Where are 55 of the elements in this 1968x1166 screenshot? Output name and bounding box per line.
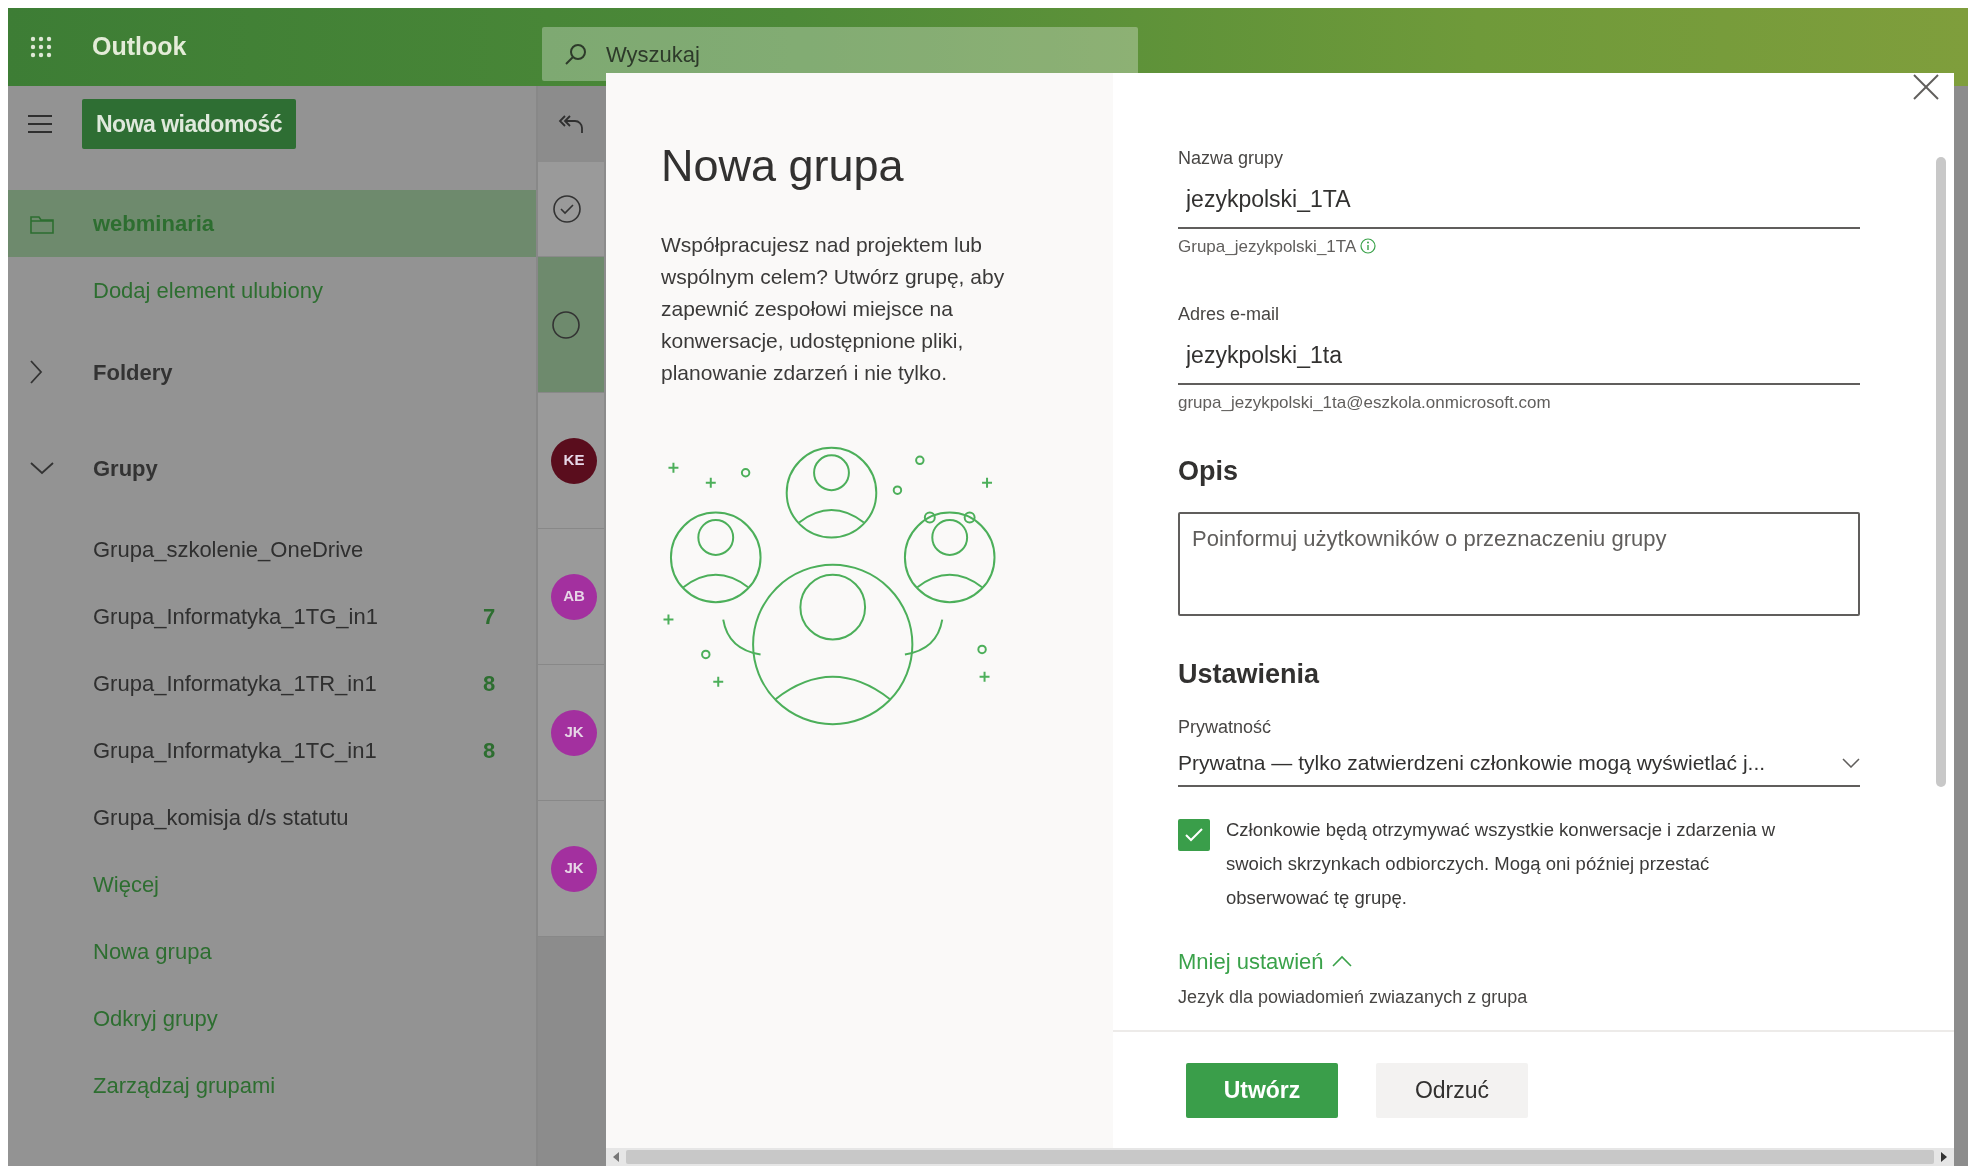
field-label: Nazwa grupy xyxy=(1178,147,1285,170)
dialog-description: Współpracujesz nad projektem lub wspólnym celem? Utwórz grupę, aby zapewnić zespołowi miejsce na konwersacje, udostępnione pliki, planowanie zdarzeń i nie tylko. xyxy=(661,232,1006,386)
privacy-dropdown[interactable]: Prywatna — tylko zatwierdzeni członkowie mogą wyświetlać j... xyxy=(1178,747,1860,787)
message-row[interactable]: JK xyxy=(538,801,604,937)
checkmark-icon xyxy=(1184,826,1204,843)
folder-icon xyxy=(30,213,54,234)
unread-count: 7 xyxy=(483,603,496,631)
chevron-down-icon xyxy=(1842,757,1860,768)
group-item[interactable]: Grupa_szkolenie_OneDrive xyxy=(93,533,364,566)
group-item[interactable]: Grupa_Informatyka_1TC_in1 xyxy=(93,734,377,767)
chevron-down-icon[interactable] xyxy=(30,461,54,475)
avatar: KE xyxy=(551,437,597,484)
menu-icon[interactable] xyxy=(28,115,52,133)
scroll-left-icon[interactable] xyxy=(612,1152,620,1162)
field-label: Jezyk dla powiadomień zwiazanych z grupa xyxy=(1178,985,1529,1009)
section-heading: Ustawienia xyxy=(1178,657,1321,691)
checkbox[interactable] xyxy=(1178,818,1210,851)
field-hint: grupa_jezykpolski_1ta@eszkola.onmicrosoft.com xyxy=(1178,391,1551,414)
select-all-icon[interactable] xyxy=(552,194,582,224)
field-label: Adres e-mail xyxy=(1178,303,1281,326)
message-row[interactable]: JK xyxy=(538,665,604,801)
field-label: Prywatność xyxy=(1178,716,1273,739)
info-icon[interactable] xyxy=(1360,238,1377,255)
close-button[interactable] xyxy=(1912,73,1940,101)
create-button[interactable]: Utwórz xyxy=(1186,1062,1338,1118)
reply-all-icon[interactable] xyxy=(558,113,584,135)
app-name[interactable]: Outlook xyxy=(92,28,544,66)
checkbox-label: Członkowie będą otrzymywać wszystkie konwersacje i zdarzenia w swoich skrzynkach odbiorczych. Mogą oni później przestać obserwować tę grupę. xyxy=(1226,817,1777,910)
less-settings-link[interactable]: Mniej ustawień xyxy=(1178,944,1352,978)
chevron-up-icon xyxy=(1331,955,1352,967)
description-field[interactable]: Poinformuj użytkowników o przeznaczeniu grupy xyxy=(1178,511,1860,616)
message-row[interactable]: AB xyxy=(538,529,604,665)
horizontal-scrollbar[interactable] xyxy=(606,1148,1954,1166)
discard-button[interactable]: Odrzuć xyxy=(1376,1062,1528,1118)
avatar: AB xyxy=(551,573,597,620)
section-header[interactable]: Foldery xyxy=(93,355,173,389)
select-circle-icon[interactable] xyxy=(551,309,581,340)
section-heading: Opis xyxy=(1178,455,1239,488)
avatar: JK xyxy=(551,845,597,892)
group-item[interactable]: Grupa_Informatyka_1TG_in1 xyxy=(93,600,378,633)
unread-count: 8 xyxy=(483,670,496,698)
new-message-button[interactable]: Nowa wiadomość xyxy=(82,99,296,149)
search-field[interactable]: Wyszukaj xyxy=(604,36,1138,72)
unread-count: 8 xyxy=(483,737,496,765)
dialog-title: Nowa grupa xyxy=(661,139,905,193)
message-row[interactable]: KE xyxy=(538,393,604,529)
search-icon xyxy=(564,42,588,66)
field-hint: Grupa_jezykpolski_1TA xyxy=(1178,235,1357,258)
avatar: JK xyxy=(551,709,597,756)
scroll-right-icon[interactable] xyxy=(1940,1152,1948,1162)
section-header[interactable]: Grupy xyxy=(93,451,158,485)
group-item[interactable]: Grupa_komisja d/s statutu xyxy=(93,801,349,834)
chevron-right-icon[interactable] xyxy=(30,360,43,384)
group-item[interactable]: Grupa_Informatyka_1TR_in1 xyxy=(93,667,377,700)
app-launcher-icon[interactable] xyxy=(30,36,52,58)
